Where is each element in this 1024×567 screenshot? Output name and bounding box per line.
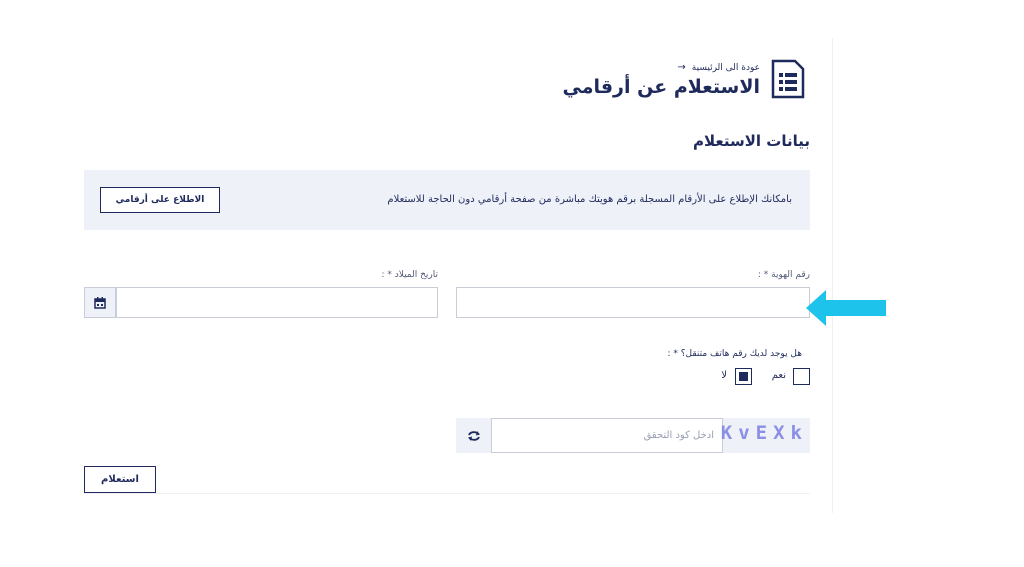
- mobile-question-label: هل يوجد لديك رقم هاتف متنقل؟ * :: [667, 349, 802, 359]
- no-option-checkbox[interactable]: [735, 368, 752, 385]
- document-id-icon: [771, 59, 805, 99]
- back-to-home-link[interactable]: عودة الى الرئيسية →: [677, 62, 760, 73]
- arrow-right-icon: →: [677, 62, 686, 73]
- info-text: بامكانك الإطلاع على الأرقام المسجلة برقم…: [387, 194, 792, 205]
- panel-divider: [832, 38, 833, 513]
- view-my-numbers-button[interactable]: الاطلاع على أرقامي: [100, 187, 220, 213]
- captcha-image: KvEXk: [720, 422, 808, 444]
- birth-date-label: تاريخ الميلاد * :: [381, 270, 438, 280]
- section-title: بيانات الاستعلام: [693, 132, 810, 150]
- form-bottom-divider: [84, 493, 810, 494]
- yes-option-checkbox[interactable]: [793, 368, 810, 385]
- pointer-arrow-icon: [806, 290, 886, 326]
- calendar-button[interactable]: [84, 287, 116, 318]
- yes-option-label: نعم: [771, 370, 786, 381]
- no-option-label: لا: [721, 370, 727, 381]
- refresh-captcha-button[interactable]: [456, 418, 491, 453]
- back-link-label: عودة الى الرئيسية: [691, 62, 760, 73]
- id-number-label: رقم الهوية * :: [757, 270, 810, 280]
- refresh-icon: [467, 430, 480, 441]
- captcha-group: KvEXk: [456, 418, 810, 453]
- captcha-input[interactable]: [491, 418, 723, 453]
- submit-inquiry-button[interactable]: استعلام: [84, 466, 156, 493]
- id-number-input[interactable]: [456, 287, 810, 318]
- checked-mark: [739, 372, 748, 381]
- page-title: الاستعلام عن أرقامي: [562, 76, 761, 98]
- birth-date-input[interactable]: [116, 287, 438, 318]
- calendar-icon: [94, 296, 106, 309]
- info-banner: بامكانك الإطلاع على الأرقام المسجلة برقم…: [84, 170, 810, 230]
